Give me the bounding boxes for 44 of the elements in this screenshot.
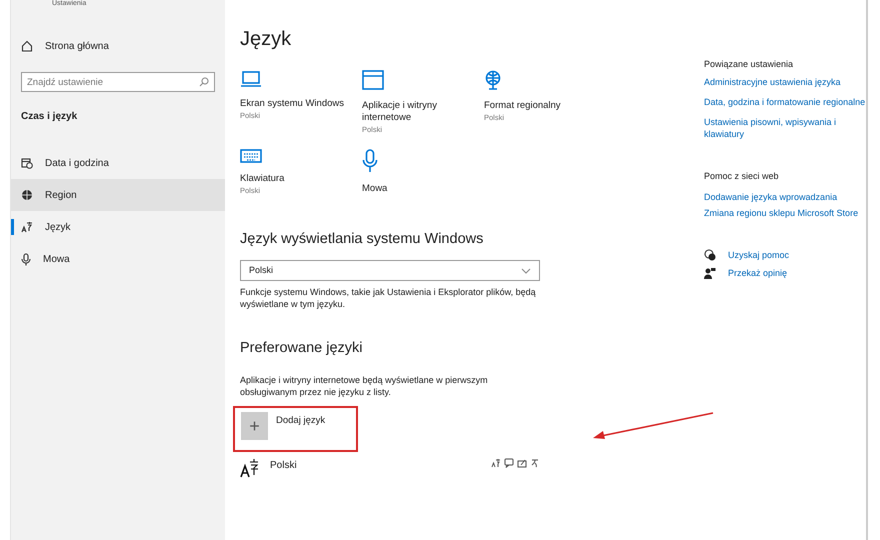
handwriting-icon <box>517 458 527 468</box>
related-settings-heading: Powiązane ustawienia <box>704 58 794 71</box>
add-language-label[interactable]: Dodaj język <box>276 414 326 428</box>
language-dropdown[interactable]: Polski <box>240 260 540 282</box>
section-heading: Preferowane języki <box>240 339 364 358</box>
related-link[interactable]: Ustawienia pisowni, wpisywania i klawiatury <box>704 116 866 140</box>
description: Funkcje systemu Windows, takie jak Ustawienia i Eksplorator plików, będą wyświetlane w tym języku. <box>240 286 537 310</box>
search-icon <box>199 77 209 87</box>
keyboard-icon <box>530 458 540 468</box>
search-field[interactable]: Znajdź ustawienie <box>21 72 215 92</box>
settings-tile[interactable]: Mowa <box>362 149 484 196</box>
speech-icon <box>504 458 514 468</box>
globe-icon <box>21 189 33 201</box>
language-icon <box>21 221 33 233</box>
help-link[interactable]: Zmiana regionu sklepu Microsoft Store <box>704 207 866 219</box>
display-language-icon <box>491 458 501 468</box>
microphone-icon <box>21 252 31 266</box>
related-link[interactable]: Administracyjne ustawienia języka <box>704 76 866 88</box>
chevron-down-icon <box>521 268 531 274</box>
language-glyph-icon <box>240 458 260 478</box>
sidebar-item[interactable]: Mowa <box>11 243 225 275</box>
person-feedback-icon <box>704 267 716 279</box>
section-heading: Język wyświetlania systemu Windows <box>240 230 484 248</box>
keyboard-icon <box>240 149 262 164</box>
language-name[interactable]: Polski <box>270 458 297 473</box>
help-bubble-icon <box>704 249 716 261</box>
add-language-button[interactable]: + <box>241 412 268 440</box>
globe-icon <box>484 70 502 90</box>
microphone-icon <box>362 149 378 174</box>
laptop-icon <box>240 70 262 88</box>
sidebar-item[interactable]: Region <box>11 179 225 211</box>
home-nav-item[interactable]: Strona główna <box>11 30 225 62</box>
related-link[interactable]: Data, godzina i formatowanie regionalne <box>704 96 866 108</box>
action-link[interactable]: Uzyskaj pomoc <box>728 249 790 261</box>
description: Aplikacje i witryny internetowe będą wyświetlane w pierwszym obsługiwanym przez nie języku z listy. <box>240 374 489 398</box>
calendar-icon <box>21 157 33 169</box>
page-title: Język <box>240 27 292 52</box>
help-link[interactable]: Dodawanie języka wprowadzania <box>704 191 866 203</box>
section-title: Czas i język <box>20 110 78 124</box>
window-icon <box>362 70 384 90</box>
action-link[interactable]: Przekaż opinię <box>728 267 788 279</box>
home-icon <box>21 40 33 52</box>
web-help-heading: Pomoc z sieci web <box>704 170 780 182</box>
sidebar-item[interactable]: Data i godzina <box>11 147 225 179</box>
